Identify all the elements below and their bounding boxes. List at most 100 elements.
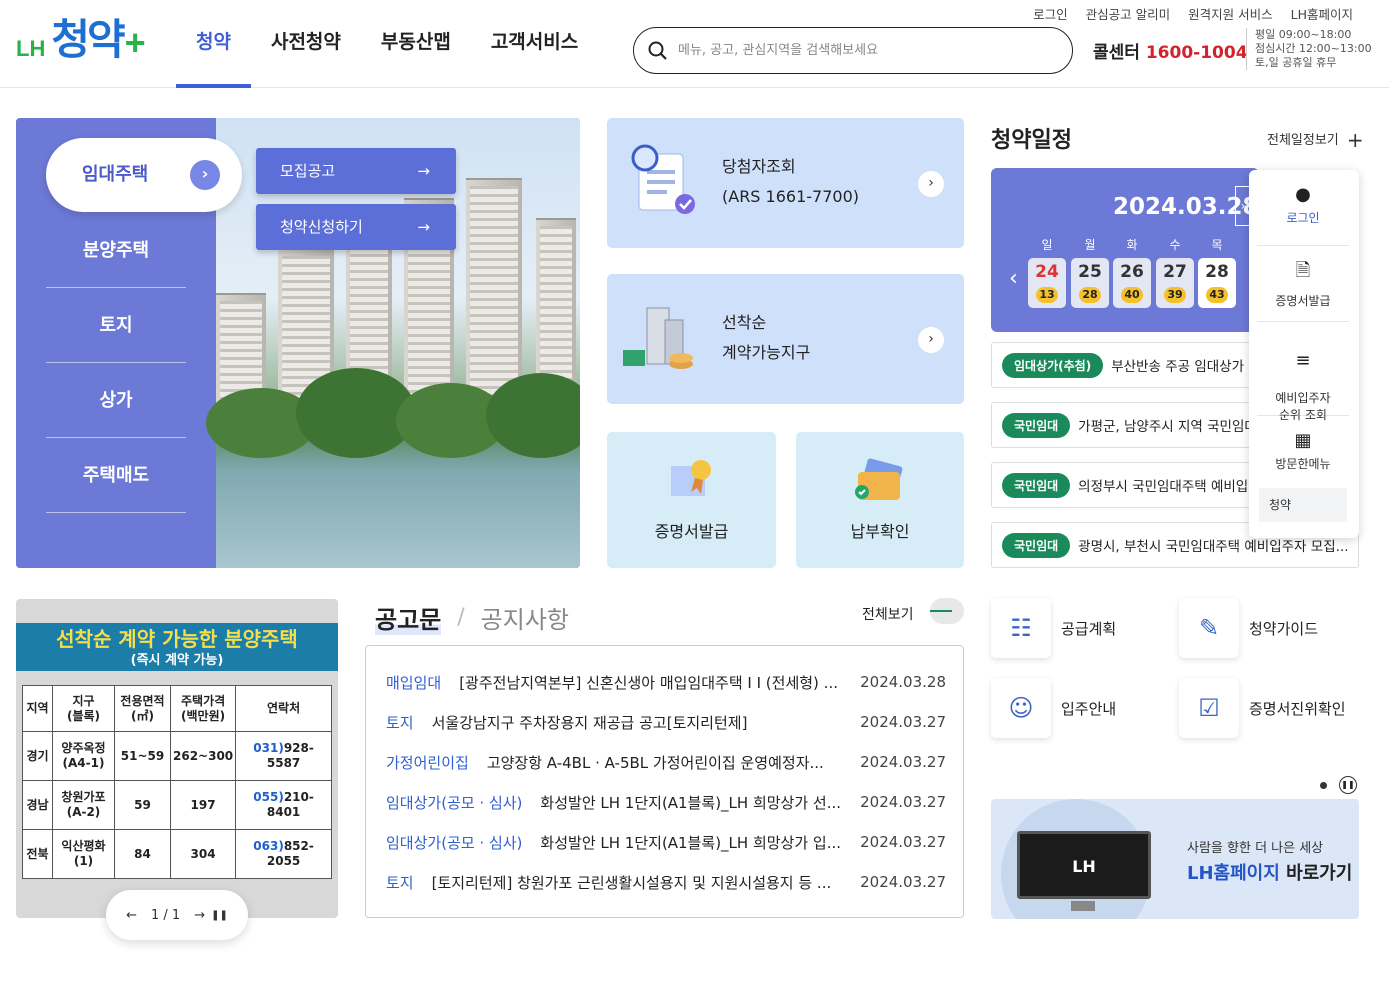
winner-lookup-card[interactable]: 당첨자조회 (ARS 1661-7700) › bbox=[607, 118, 964, 248]
callcenter-label: 콜센터 bbox=[1093, 43, 1140, 63]
list-item[interactable]: 임대상가(공모 · 심사) 화성발안 LH 1단지(A1블록)_LH 희망상가 … bbox=[386, 822, 946, 862]
list-item-category: 매입임대 bbox=[386, 673, 442, 692]
search-box[interactable] bbox=[633, 27, 1073, 74]
hero-tab-commercial[interactable]: 상가 bbox=[46, 364, 186, 438]
logo-prefix: LH bbox=[16, 36, 46, 61]
list-item-category: 임대상가(공모 · 심사) bbox=[386, 793, 523, 812]
board-view-all-link[interactable]: 전체보기 bbox=[862, 604, 914, 624]
list-item-date: 2024.03.28 bbox=[860, 673, 946, 691]
shortcut-supply-plan[interactable]: ☷ 공급계획 bbox=[991, 598, 1116, 658]
certificate-issue-card[interactable]: 증명서발급 bbox=[607, 432, 776, 568]
search-input[interactable] bbox=[678, 43, 1048, 58]
calendar-day[interactable]: 25 28 bbox=[1071, 258, 1109, 308]
table-row: 전북 익산평화 (1) 84 304 063)852-2055 bbox=[22, 829, 332, 879]
calendar-day-selected[interactable]: 28 43 bbox=[1198, 258, 1236, 308]
side-certificate[interactable]: 🗎 증명서발급 bbox=[1257, 258, 1349, 322]
banner-slogan: 사람을 향한 더 나은 세상 bbox=[1187, 841, 1324, 856]
util-remote[interactable]: 원격지원 서비스 bbox=[1188, 4, 1272, 23]
promo-banner[interactable]: 선착순 계약 가능한 분양주택 (즉시 계약 가능) 지역 지구 (블록) 전용… bbox=[16, 599, 338, 918]
weekday-label: 수 bbox=[1169, 238, 1181, 252]
promo-cell: 익산평화 (1) bbox=[52, 829, 115, 879]
day-number: 27 bbox=[1163, 262, 1187, 282]
nav-pre-cheongyak[interactable]: 사전청약 bbox=[251, 0, 361, 88]
hero-tab-house-sell[interactable]: 주택매도 bbox=[46, 439, 186, 513]
util-links: 로그인 관심공고 알리미 원격지원 서비스 LH홈페이지 bbox=[1033, 4, 1353, 23]
promo-table: 지역 지구 (블록) 전용면적 (㎡) 주택가격 (백만원) 연락처 경기 양주… bbox=[22, 685, 332, 879]
side-login[interactable]: ● 로그인 bbox=[1257, 184, 1349, 246]
category-badge: 국민임대 bbox=[1002, 412, 1071, 438]
weekday-label: 화 bbox=[1126, 238, 1138, 252]
list-item-title: 고양장항 A-4BL · A-5BL 가정어린이집 운영예정자... bbox=[486, 753, 824, 772]
announcement-list: 매입임대 [광주전남지역본부] 신혼신생아 매입임대주택 I I (전세형) .… bbox=[365, 645, 964, 918]
nav-customer-service[interactable]: 고객서비스 bbox=[471, 0, 598, 88]
shortcut-move-in[interactable]: ☺ 입주안내 bbox=[991, 678, 1116, 738]
tab-notices[interactable]: 공지사항 bbox=[481, 600, 569, 635]
util-login[interactable]: 로그인 bbox=[1033, 4, 1068, 23]
recruit-notice-button[interactable]: 모집공고 → bbox=[256, 148, 456, 194]
user-icon: ● bbox=[1295, 184, 1311, 205]
nav-realestate-map[interactable]: 부동산맵 bbox=[361, 0, 471, 88]
schedule-view-all-link[interactable]: 전체일정보기 + bbox=[1267, 128, 1364, 152]
list-item[interactable]: 토지 서울강남지구 주차장용지 재공급 공고[토지리턴제] 2024.03.27 bbox=[386, 702, 946, 742]
wallet-icon bbox=[855, 458, 903, 500]
promo-title: 선착순 계약 가능한 분양주택 bbox=[56, 627, 298, 651]
apply-label: 청약신청하기 bbox=[280, 218, 363, 236]
nav-cheongyak[interactable]: 청약 bbox=[176, 0, 251, 88]
firstcome-title: 선착순 bbox=[722, 313, 767, 332]
pause-icon[interactable]: ❚❚ bbox=[1339, 776, 1357, 794]
firstcome-district-card[interactable]: 선착순 계약가능지구 › bbox=[607, 274, 964, 404]
weekday-label: 일 bbox=[1041, 238, 1053, 252]
hero-tab-rental[interactable]: 임대주택 › bbox=[46, 138, 242, 212]
shortcut-label: 증명서진위확인 bbox=[1249, 699, 1346, 718]
calendar-day[interactable]: 26 40 bbox=[1113, 258, 1151, 308]
carousel-dot[interactable] bbox=[1320, 781, 1327, 789]
document-search-icon bbox=[631, 144, 695, 214]
promo-cell: 양주옥정 (A4-1) bbox=[52, 731, 115, 781]
promo-cell: 창원가포 (A-2) bbox=[52, 780, 115, 830]
list-item-title: 서울강남지구 주차장용지 재공급 공고[토지리턴제] bbox=[431, 713, 748, 732]
util-lh-home[interactable]: LH홈페이지 bbox=[1291, 4, 1353, 23]
board-toggle[interactable] bbox=[930, 598, 964, 624]
hours-lunch: 점심시간 12:00~13:00 bbox=[1255, 42, 1372, 55]
list-item[interactable]: 토지 [토지리턴제] 창원가포 근린생활시설용지 및 지원시설용지 등 ... … bbox=[386, 862, 946, 902]
list-item[interactable]: 매입임대 [광주전남지역본부] 신혼신생아 매입임대주택 I I (전세형) .… bbox=[386, 662, 946, 702]
calendar-prev-button[interactable]: ‹ bbox=[1009, 266, 1018, 291]
shortcut-cert-verify[interactable]: ☑ 증명서진위확인 bbox=[1179, 678, 1346, 738]
promo-cell: 304 bbox=[169, 829, 237, 879]
list-item-category: 토지 bbox=[386, 873, 414, 892]
hero-tab-sale[interactable]: 분양주택 bbox=[46, 214, 186, 288]
calendar-day[interactable]: 27 39 bbox=[1156, 258, 1194, 308]
util-alert[interactable]: 관심공고 알리미 bbox=[1086, 4, 1170, 23]
calendar-day[interactable]: 24 13 bbox=[1028, 258, 1066, 308]
list-item[interactable]: 가정어린이집 고양장항 A-4BL · A-5BL 가정어린이집 운영예정자..… bbox=[386, 742, 946, 782]
list-item[interactable]: 임대상가(공모 · 심사) 화성발안 LH 1단지(A1블록)_LH 희망상가 … bbox=[386, 782, 946, 822]
logo[interactable]: LH 청약 + bbox=[16, 18, 146, 62]
promo-cell: 197 bbox=[169, 780, 237, 830]
apply-button[interactable]: 청약신청하기 → bbox=[256, 204, 456, 250]
pause-icon[interactable]: ❚❚ bbox=[211, 910, 228, 921]
lh-homepage-banner[interactable]: LH 사람을 향한 더 나은 세상 LH홈페이지 바로가기 bbox=[991, 799, 1359, 919]
person-info-icon: ☺ bbox=[991, 678, 1051, 738]
winner-lookup-title: 당첨자조회 bbox=[722, 157, 796, 176]
arrow-left-icon[interactable]: ← bbox=[126, 908, 137, 923]
tab-announcements[interactable]: 공고문 bbox=[375, 600, 442, 635]
day-count-badge: 43 bbox=[1206, 287, 1228, 303]
payment-check-card[interactable]: 납부확인 bbox=[796, 432, 964, 568]
shortcut-guide[interactable]: ✎ 청약가이드 bbox=[1179, 598, 1318, 658]
promo-cell: 전북 bbox=[22, 829, 53, 879]
side-recent-label: 방문한메뉴 bbox=[1275, 457, 1331, 471]
side-waitlist-rank[interactable]: ≡ 예비입주자 순위 조회 bbox=[1257, 336, 1349, 422]
header: LH 청약 + 청약 사전청약 부동산맵 고객서비스 로그인 관심공고 알리미 … bbox=[0, 0, 1389, 88]
schedule-view-all-label: 전체일정보기 bbox=[1267, 133, 1339, 148]
category-badge: 임대상가(추첨) bbox=[1002, 352, 1104, 378]
search-icon[interactable] bbox=[648, 41, 668, 61]
board-tabs: 공고문 / 공지사항 bbox=[375, 600, 569, 635]
guide-document-icon: ✎ bbox=[1179, 598, 1239, 658]
banner-cta-highlight: LH홈페이지 bbox=[1187, 863, 1280, 884]
tab-separator: / bbox=[457, 605, 465, 630]
table-row: 경기 양주옥정 (A4-1) 51~59 262~300 031)928-558… bbox=[22, 731, 332, 781]
arrow-right-icon[interactable]: → bbox=[194, 908, 205, 923]
recent-menu-item[interactable]: 청약 bbox=[1259, 488, 1347, 522]
hero-tab-land[interactable]: 토지 bbox=[46, 289, 186, 363]
grid-icon: ▦ bbox=[1294, 430, 1312, 451]
